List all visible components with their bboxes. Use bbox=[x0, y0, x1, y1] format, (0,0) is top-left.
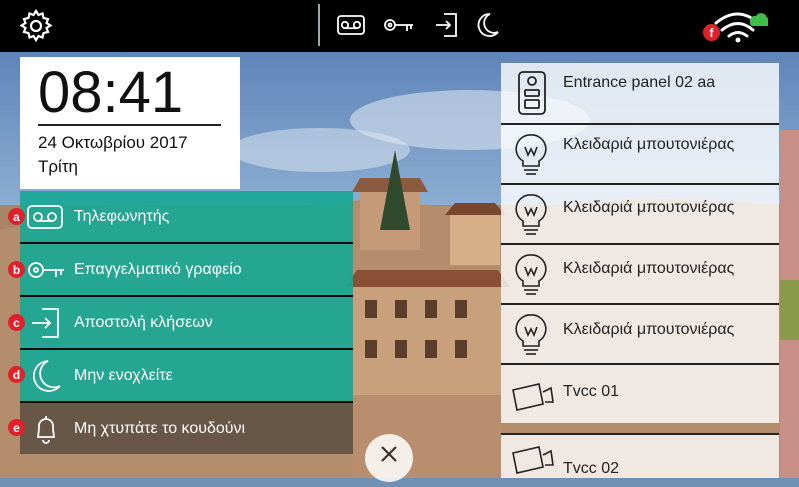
device-lock-1[interactable]: Κλειδαριά μπουτονιέρας bbox=[501, 125, 779, 183]
call-forward-icon[interactable] bbox=[432, 10, 462, 40]
top-bar: f bbox=[0, 0, 799, 52]
clock-date: 24 Οκτωβρίου 2017 bbox=[38, 133, 188, 152]
wifi-badge: f bbox=[703, 24, 720, 41]
menu-badge-c: c bbox=[8, 314, 25, 331]
close-icon bbox=[381, 446, 397, 462]
menu-item-label: Μη χτυπάτε το κουδούνι bbox=[74, 419, 246, 437]
lightbulb-icon bbox=[515, 254, 547, 295]
menu-item-label: Επαγγελματικό γραφείο bbox=[74, 260, 242, 278]
clock-widget: 08:41 24 Οκτωβρίου 2017 Τρίτη bbox=[20, 57, 240, 189]
menu-item-label: Τηλεφωνητής bbox=[74, 207, 170, 225]
menu-item-doorbell-off[interactable]: Μη χτυπάτε το κουδούνι bbox=[20, 403, 353, 454]
key-icon bbox=[28, 261, 64, 278]
lightbulb-icon bbox=[515, 314, 547, 355]
menu-item-call-forward[interactable]: Αποστολή κλήσεων bbox=[20, 297, 353, 348]
topbar-divider bbox=[318, 4, 320, 46]
key-icon[interactable] bbox=[382, 10, 416, 40]
device-cctv-2[interactable]: Tvcc 02 bbox=[501, 435, 779, 478]
menu-badge-e: e bbox=[8, 419, 25, 436]
device-label: Κλειδαριά μπουτονιέρας bbox=[563, 136, 735, 153]
moon-icon[interactable] bbox=[472, 10, 502, 40]
menu-item-business-office[interactable]: Επαγγελματικό γραφείο bbox=[20, 244, 353, 295]
moon-icon bbox=[32, 359, 61, 392]
menu-item-label: Αποστολή κλήσεων bbox=[74, 313, 213, 331]
device-lock-2[interactable]: Κλειδαριά μπουτονιέρας bbox=[501, 185, 779, 243]
answering-machine-icon bbox=[27, 204, 63, 229]
menu-badge-d: d bbox=[8, 366, 25, 383]
cctv-camera-icon bbox=[512, 383, 554, 411]
menu-item-do-not-disturb[interactable]: Μην ενοχλείτε bbox=[20, 350, 353, 401]
device-label: Κλειδαριά μπουτονιέρας bbox=[563, 199, 735, 216]
menu-item-answering-machine[interactable]: Τηλεφωνητής bbox=[20, 191, 353, 242]
close-button[interactable] bbox=[365, 434, 413, 482]
device-label: Κλειδαριά μπουτονιέρας bbox=[563, 321, 735, 338]
cctv-camera-icon bbox=[512, 445, 554, 474]
device-label: Tvcc 02 bbox=[563, 459, 620, 477]
clock-time: 08:41 bbox=[38, 60, 184, 125]
device-lock-4[interactable]: Κλειδαριά μπουτονιέρας bbox=[501, 305, 779, 363]
bell-off-icon bbox=[36, 415, 56, 444]
device-label: Tvcc 01 bbox=[563, 383, 620, 400]
entrance-panel-icon bbox=[518, 71, 546, 115]
device-cctv-1[interactable]: Tvcc 01 bbox=[501, 365, 779, 423]
device-entrance-panel[interactable]: Entrance panel 02 aa bbox=[501, 63, 779, 123]
menu-badge-b: b bbox=[8, 261, 25, 278]
menu-item-label: Μην ενοχλείτε bbox=[74, 366, 173, 384]
device-lock-3[interactable]: Κλειδαριά μπουτονιέρας bbox=[501, 245, 779, 303]
lightbulb-icon bbox=[515, 194, 547, 235]
device-label: Κλειδαριά μπουτονιέρας bbox=[563, 260, 735, 277]
menu-badge-a: a bbox=[8, 208, 25, 225]
lightbulb-icon bbox=[515, 134, 547, 175]
answering-machine-icon[interactable] bbox=[336, 10, 366, 40]
clock-weekday: Τρίτη bbox=[38, 157, 79, 176]
call-forward-icon bbox=[32, 307, 59, 338]
gear-icon[interactable] bbox=[18, 8, 54, 44]
device-label: Entrance panel 02 aa bbox=[563, 74, 716, 91]
clock-divider bbox=[38, 124, 221, 126]
